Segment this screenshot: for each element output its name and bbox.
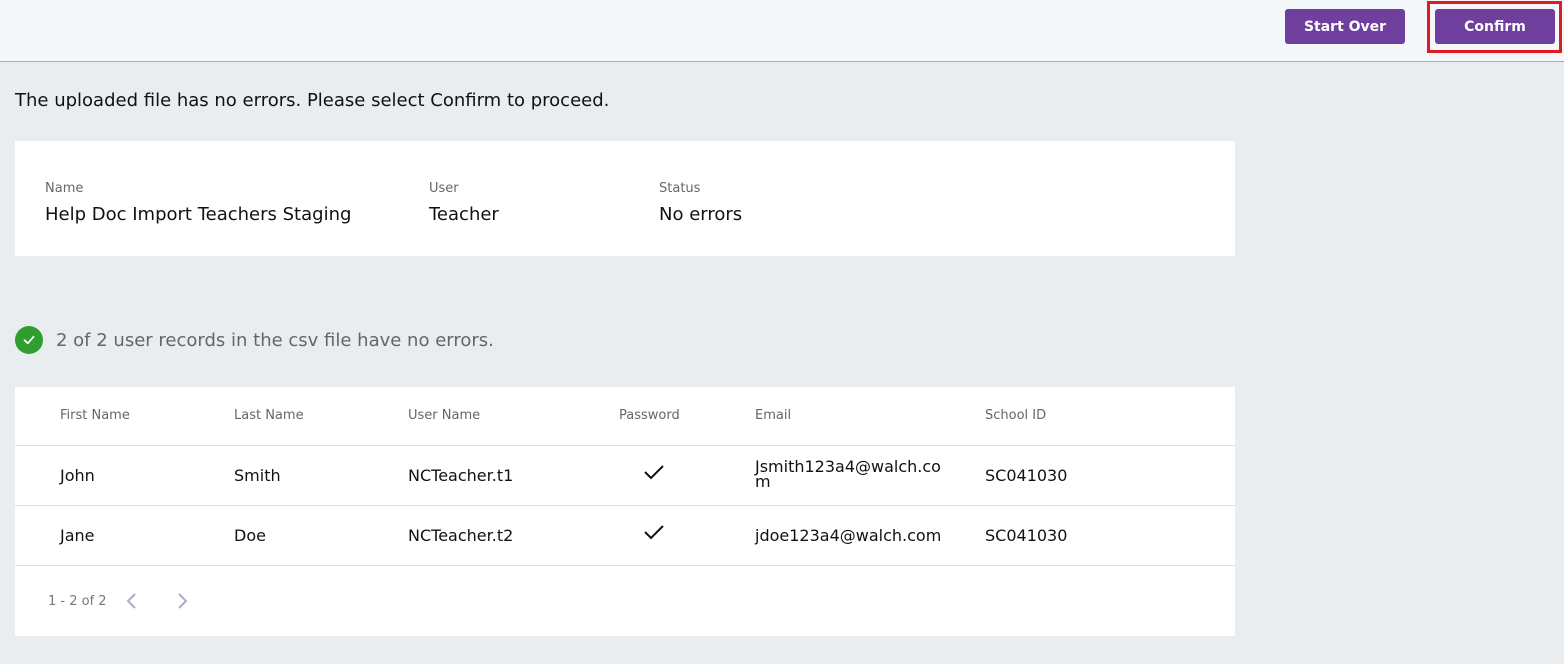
header-password: Password: [619, 408, 680, 423]
row-divider: [15, 565, 1235, 566]
header-school-id: School ID: [985, 408, 1047, 423]
header-first-name: First Name: [60, 408, 130, 423]
chevron-right-icon[interactable]: [175, 592, 189, 614]
validation-text: 2 of 2 user records in the csv file have…: [56, 329, 494, 351]
status-message: The uploaded file has no errors. Please …: [15, 90, 610, 111]
user-label: User: [429, 181, 459, 196]
row-divider: [15, 505, 1235, 506]
confirm-button[interactable]: Confirm: [1435, 9, 1555, 44]
pagination-range: 1 - 2 of 2: [48, 594, 107, 609]
cell-first-name: John: [60, 466, 95, 485]
cell-school-id: SC041030: [985, 466, 1068, 485]
header-last-name: Last Name: [234, 408, 304, 423]
check-icon: [643, 463, 665, 485]
header-email: Email: [755, 408, 792, 423]
cell-email: Jsmith123a4@walch.com: [755, 457, 941, 491]
summary-card: Name Help Doc Import Teachers Staging Us…: [15, 141, 1235, 256]
cell-email: jdoe123a4@walch.com: [755, 526, 942, 545]
user-field: User Teacher: [429, 181, 499, 225]
status-label: Status: [659, 181, 701, 196]
records-table: First Name Last Name User Name Password …: [15, 387, 1235, 636]
cell-user-name: NCTeacher.t1: [408, 466, 514, 485]
cell-school-id: SC041030: [985, 526, 1068, 545]
user-value: Teacher: [429, 204, 499, 225]
cell-first-name: Jane: [60, 526, 95, 545]
start-over-button[interactable]: Start Over: [1285, 9, 1405, 44]
cell-last-name: Doe: [234, 526, 266, 545]
check-icon: [643, 523, 665, 545]
status-value: No errors: [659, 204, 743, 225]
validation-summary: 2 of 2 user records in the csv file have…: [15, 325, 494, 355]
check-circle-icon: [15, 326, 43, 354]
header-divider: [15, 445, 1235, 446]
header-user-name: User Name: [408, 408, 481, 423]
cell-user-name: NCTeacher.t2: [408, 526, 514, 545]
name-value: Help Doc Import Teachers Staging: [45, 204, 352, 225]
status-field: Status No errors: [659, 181, 742, 225]
name-label: Name: [45, 181, 84, 196]
top-toolbar: Start Over Confirm: [0, 0, 1564, 62]
name-field: Name Help Doc Import Teachers Staging: [45, 181, 351, 225]
chevron-left-icon[interactable]: [125, 592, 139, 614]
cell-last-name: Smith: [234, 466, 281, 485]
